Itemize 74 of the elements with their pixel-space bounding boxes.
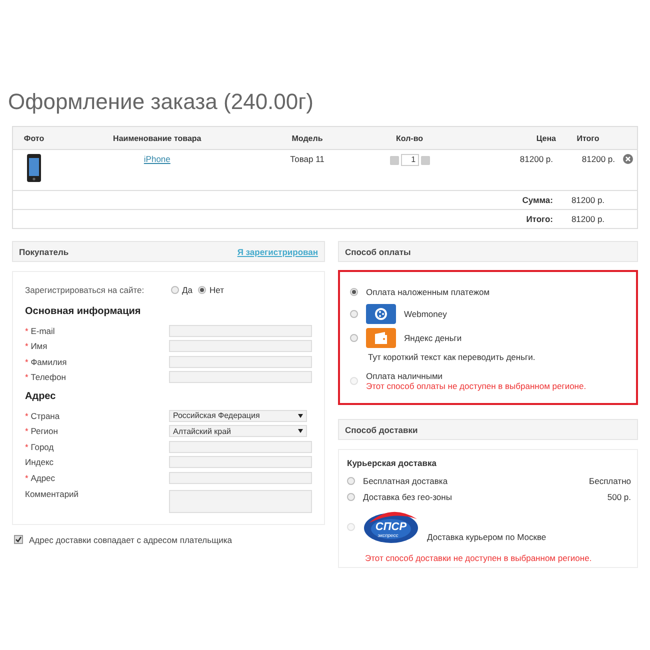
total-label: Итого: (526, 214, 553, 224)
page-title: Оформление заказа (240.00г) (8, 88, 314, 116)
radio-label: Да (182, 285, 192, 295)
field-label: * E-mail (25, 326, 56, 336)
globe-logo-icon (366, 304, 396, 324)
column-header: Наименование товара (55, 126, 260, 150)
column-header: Фото (12, 126, 55, 150)
section-title: Основная информация (25, 306, 142, 317)
radio-button[interactable] (347, 493, 355, 501)
payment-label: Webmoney (404, 309, 447, 319)
comment-field[interactable] (168, 490, 312, 512)
quantity-field[interactable]: 1 (400, 154, 419, 166)
delivery-label: Доставка курьером по Москве (427, 532, 546, 542)
delivery-price: 500 р. (607, 492, 631, 502)
checkbox-label: Адрес доставки совпадает с адресом плательщика (29, 534, 232, 544)
dropdown-arrow-icon (298, 429, 303, 434)
payment-note: Тут короткий текст как переводить деньги. (368, 352, 536, 362)
panel-title: Покупатель (19, 246, 69, 256)
input-field[interactable] (168, 324, 312, 337)
field-label: Индекс (25, 457, 55, 468)
phone-icon (27, 154, 41, 182)
total-value: 81200 р. (557, 210, 619, 228)
field-label: * Имя (25, 341, 48, 352)
total-label: Сумма: (522, 195, 553, 205)
panel-title: Способ оплаты (345, 246, 411, 256)
delivery-label: Бесплатная доставка (363, 476, 448, 486)
panel-title: Способ доставки (345, 424, 418, 434)
table-cell: Товар 11 (259, 150, 356, 190)
field-label: * Страна (25, 410, 61, 421)
select-field[interactable]: Алтайский край (169, 425, 307, 438)
error-message: Этот способ оплаты не доступен в выбранном регионе. (366, 381, 586, 391)
table-cell: 81200 р. (557, 150, 619, 190)
minus-button[interactable] (390, 156, 399, 164)
column-header: Модель (259, 126, 356, 150)
field-label: * Телефон (25, 372, 67, 382)
input-field[interactable] (168, 371, 312, 384)
radio-button[interactable] (171, 286, 179, 294)
radio-label: Нет (209, 285, 224, 295)
total-value: 81200 р. (557, 190, 619, 210)
delivery-price: Бесплатно (589, 476, 631, 486)
column-header: Кол-во (355, 126, 464, 150)
payment-label: Оплата наличными (366, 371, 444, 381)
checkbox[interactable] (14, 535, 23, 544)
field-label: Комментарий (25, 488, 80, 498)
wallet-logo-icon (366, 328, 396, 348)
field-label: * Адрес (25, 472, 56, 483)
input-field[interactable] (168, 356, 312, 368)
input-field[interactable] (168, 440, 312, 453)
radio-button[interactable] (350, 288, 358, 296)
error-message: Этот способ доставки не доступен в выбранном регионе. (365, 553, 593, 563)
group-title: Курьерская доставка (347, 458, 438, 468)
field-label: * Город (25, 442, 55, 452)
payment-label: Яндекс деньги (404, 333, 462, 343)
field-label: * Регион (25, 426, 59, 436)
radio-button[interactable] (350, 310, 358, 318)
section-title: Адрес (25, 391, 57, 402)
field-label: Зарегистрироваться на сайте: (25, 285, 146, 295)
product-link[interactable]: iPhone (144, 154, 170, 164)
select-field[interactable]: Российская Федерация (169, 410, 307, 422)
input-field[interactable] (168, 472, 312, 484)
radio-button[interactable] (347, 477, 355, 485)
remove-icon[interactable] (623, 154, 633, 164)
payment-label: Оплата наложенным платежом (366, 287, 490, 297)
column-header: Итого (557, 126, 619, 150)
dropdown-arrow-icon (298, 414, 303, 418)
input-field[interactable] (168, 340, 312, 352)
plus-button[interactable] (420, 156, 430, 164)
radio-button[interactable] (198, 286, 206, 294)
delivery-label: Доставка без гео-зоны (363, 492, 452, 502)
table-cell: 81200 р. (464, 150, 557, 190)
input-field[interactable] (168, 456, 312, 468)
radio-button[interactable] (350, 334, 358, 342)
column-header: Цена (464, 126, 557, 150)
field-label: * Фамилия (25, 356, 68, 367)
